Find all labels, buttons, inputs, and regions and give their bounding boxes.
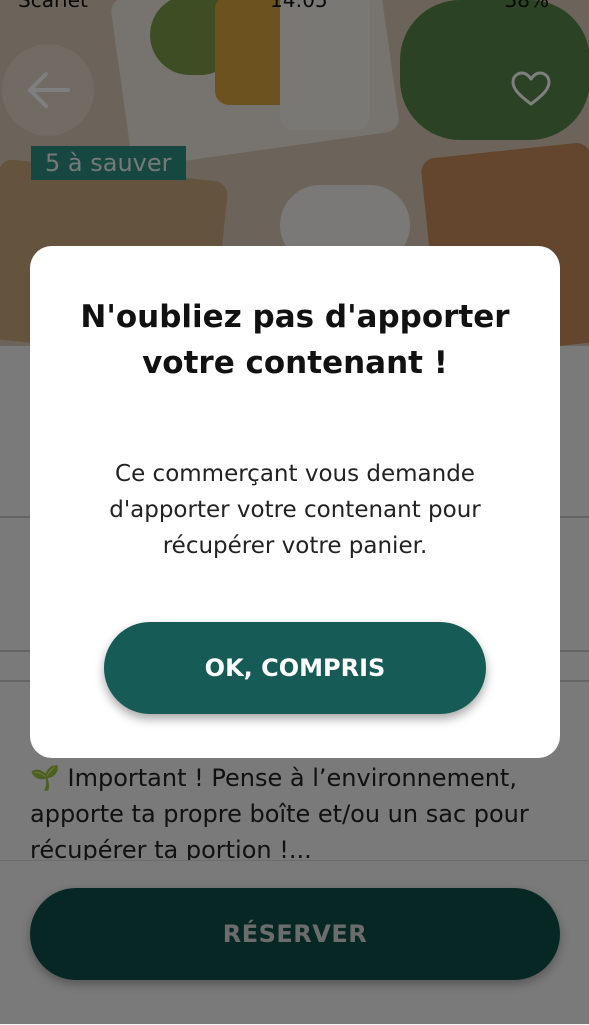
dialog-title: N'oubliez pas d'apporter votre contenant… xyxy=(80,299,510,381)
container-reminder-dialog: N'oubliez pas d'apporter votre contenant… xyxy=(30,246,560,758)
dialog-message: Ce commerçant vous demande d'apporter vo… xyxy=(109,461,481,559)
confirm-button[interactable]: OK, COMPRIS xyxy=(104,622,486,714)
